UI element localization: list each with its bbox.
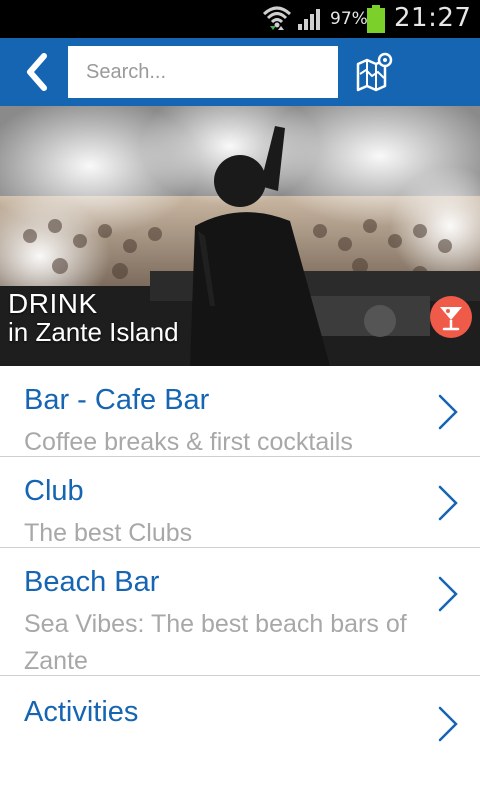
chevron-right-icon	[438, 706, 458, 742]
chevron-right-icon	[438, 576, 458, 612]
cocktail-icon	[440, 307, 462, 331]
hero-title: DRINK	[8, 288, 98, 319]
list-item-subtitle: The best Clubs	[24, 519, 193, 547]
chevron-right-icon	[438, 394, 458, 430]
clock: 21:27	[394, 3, 472, 33]
list-item-subtitle: Coffee breaks & first cocktails	[24, 428, 353, 456]
category-list: Bar - Cafe Bar Coffee breaks & first coc…	[0, 366, 480, 767]
map-pin-icon[interactable]	[354, 52, 394, 92]
list-item-bar-cafe-bar[interactable]: Bar - Cafe Bar Coffee breaks & first coc…	[0, 366, 480, 457]
list-item-title: Beach Bar	[24, 566, 160, 598]
status-bar: 97% 21:27	[0, 0, 480, 38]
battery-percent: 97%	[330, 9, 368, 29]
cocktail-badge	[430, 296, 472, 338]
list-item-subtitle: Sea Vibes: The best beach bars of Zante	[24, 610, 407, 675]
chevron-right-icon	[438, 485, 458, 521]
chevron-left-icon[interactable]	[16, 48, 60, 96]
list-item-club[interactable]: Club The best Clubs	[0, 457, 480, 548]
hero-subtitle: in Zante Island	[8, 317, 179, 347]
list-item-title: Club	[24, 475, 84, 507]
list-item-title: Activities	[24, 696, 139, 728]
battery-icon	[367, 5, 385, 33]
wifi-icon	[262, 6, 292, 30]
list-item-activities[interactable]: Activities	[0, 676, 480, 767]
search-input[interactable]	[68, 46, 338, 98]
app-bar	[0, 38, 480, 106]
list-item-beach-bar[interactable]: Beach Bar Sea Vibes: The best beach bars…	[0, 548, 480, 676]
hero-banner: DRINK in Zante Island	[0, 106, 480, 366]
signal-icon	[298, 9, 320, 30]
list-item-title: Bar - Cafe Bar	[24, 384, 210, 416]
